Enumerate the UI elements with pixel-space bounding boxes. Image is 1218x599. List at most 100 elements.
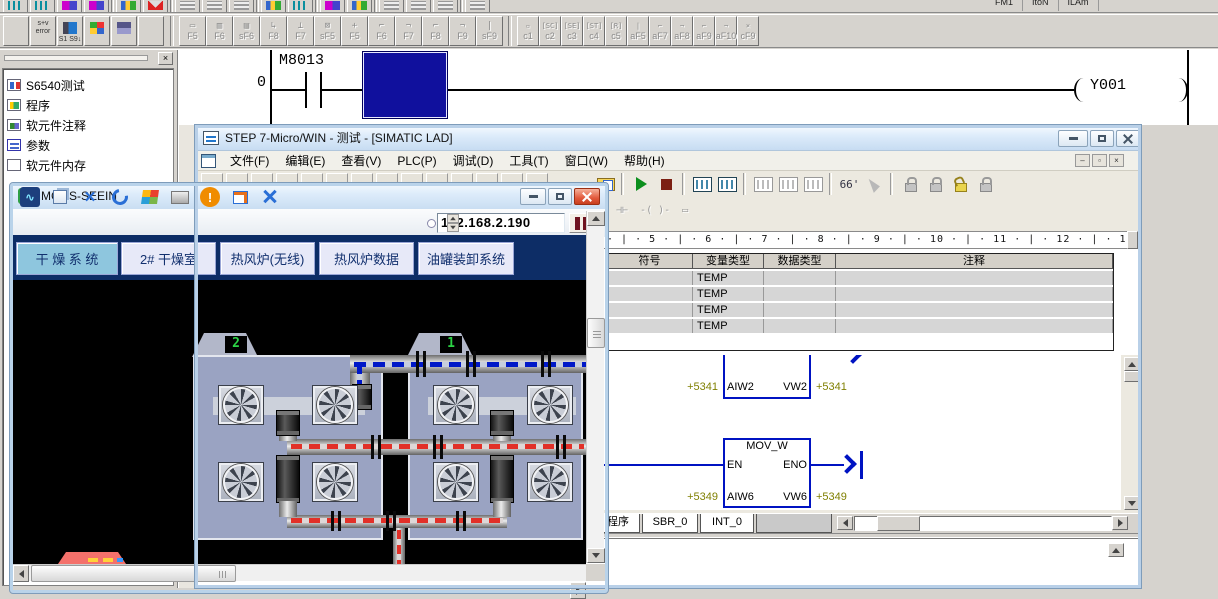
ladder-symbol-button[interactable]: ⌐aF7 bbox=[649, 16, 671, 46]
ladder-edit-icon[interactable]: -( )- bbox=[634, 200, 676, 220]
check-toolbar-button[interactable] bbox=[3, 16, 29, 46]
mcgs-hscrollbar[interactable] bbox=[13, 564, 586, 581]
ladder-symbol-button[interactable]: ⊥F7 bbox=[287, 16, 314, 46]
ruler-corner-button[interactable] bbox=[1127, 231, 1138, 249]
pause-status-icon[interactable] bbox=[716, 173, 739, 195]
scroll-thumb[interactable] bbox=[587, 318, 605, 348]
valve-cylinder[interactable] bbox=[276, 410, 300, 436]
lock-icon[interactable] bbox=[974, 173, 997, 195]
gx-ladder-editor[interactable]: 0 M8013 Y001 bbox=[178, 50, 1218, 125]
col-header[interactable]: 数据类型 bbox=[764, 254, 836, 268]
ladder-symbol-button[interactable]: [ST]c4 bbox=[583, 16, 605, 46]
col-header[interactable]: 符号 bbox=[607, 254, 693, 268]
fan-icon[interactable] bbox=[433, 385, 479, 425]
scroll-up-button[interactable] bbox=[587, 211, 605, 226]
check-toolbar-button[interactable] bbox=[111, 16, 137, 46]
ladder-symbol-button[interactable]: +F5 bbox=[341, 16, 368, 46]
ladder-edit-icon[interactable]: ▭ bbox=[676, 200, 694, 220]
ladder-edit-icon[interactable]: ⊣⊢ bbox=[610, 200, 634, 220]
col-header[interactable]: 变量类型 bbox=[693, 254, 764, 268]
ladder-symbol-button[interactable]: ⌐F6 bbox=[368, 16, 395, 46]
screens-icon[interactable] bbox=[230, 187, 250, 207]
spin-up-icon[interactable] bbox=[447, 214, 459, 223]
ladder-symbol-button[interactable]: |aF5 bbox=[627, 16, 649, 46]
scroll-thumb[interactable] bbox=[31, 565, 236, 582]
col-header[interactable]: 注释 bbox=[836, 254, 1113, 268]
tree-item[interactable]: 程序 bbox=[5, 95, 171, 115]
scroll-left-button[interactable] bbox=[13, 565, 29, 582]
nav-tab[interactable]: 干 燥 系 统 bbox=[16, 242, 118, 275]
menu-item[interactable]: 窗口(W) bbox=[557, 150, 616, 171]
scroll-up-button[interactable] bbox=[1124, 357, 1140, 371]
minimize-button[interactable] bbox=[1058, 130, 1088, 147]
ladder-symbol-button[interactable]: ¬aF8 bbox=[671, 16, 693, 46]
fan-icon[interactable] bbox=[312, 385, 358, 425]
ladder-symbol-button[interactable]: ¬F7 bbox=[395, 16, 422, 46]
refresh-icon[interactable] bbox=[110, 187, 130, 207]
table-row[interactable]: TEMP bbox=[607, 303, 1113, 317]
tab-scroll-left-button[interactable] bbox=[837, 516, 853, 530]
symbol-cell[interactable] bbox=[607, 271, 693, 285]
ladder-symbol-button[interactable]: ▤sF6 bbox=[233, 16, 260, 46]
ladder-symbol-button[interactable]: ¬aF10 bbox=[715, 16, 737, 46]
lock-icon[interactable] bbox=[924, 173, 947, 195]
tab-scroll-right-button[interactable] bbox=[1112, 516, 1128, 530]
mcgs-vscrollbar[interactable] bbox=[586, 211, 604, 563]
var-type-cell[interactable]: TEMP bbox=[693, 271, 764, 285]
mdi-restore-button[interactable]: ▫ bbox=[1092, 154, 1107, 167]
close-button[interactable] bbox=[1116, 130, 1140, 147]
symbol-cell[interactable] bbox=[607, 287, 693, 301]
connection-radio[interactable] bbox=[427, 219, 436, 228]
step7-titlebar[interactable]: STEP 7-Micro/WIN - 测试 - [SIMATIC LAD] bbox=[195, 125, 1141, 151]
spin-down-icon[interactable] bbox=[447, 223, 459, 232]
tab-sbr0[interactable]: SBR_0 bbox=[642, 514, 698, 533]
valve-cylinder[interactable] bbox=[490, 410, 514, 436]
ladder-symbol-button[interactable]: ▫c1 bbox=[517, 16, 539, 46]
valve-cylinder[interactable] bbox=[276, 455, 300, 503]
data-type-cell[interactable] bbox=[764, 287, 836, 301]
menu-item[interactable]: 调试(D) bbox=[445, 150, 502, 171]
close-button[interactable] bbox=[574, 188, 600, 205]
variable-table[interactable]: 符号 变量类型 数据类型 注释 TEMP TEMP bbox=[606, 253, 1114, 351]
ladder-symbol-button[interactable]: ¬F9 bbox=[449, 16, 476, 46]
hscroll-thumb[interactable] bbox=[877, 516, 920, 531]
valve-cylinder[interactable] bbox=[490, 455, 514, 503]
pages-icon[interactable] bbox=[50, 187, 70, 207]
nav-tab[interactable]: 2# 干燥室 bbox=[121, 242, 216, 275]
ip-spinner[interactable] bbox=[447, 214, 459, 232]
ladder-vscrollbar[interactable] bbox=[1124, 357, 1140, 510]
menu-item[interactable]: PLC(P) bbox=[389, 152, 444, 170]
scroll-up-button[interactable] bbox=[1108, 543, 1124, 557]
maximize-button[interactable] bbox=[1090, 130, 1114, 147]
chart-status-icon[interactable] bbox=[752, 173, 775, 195]
ladder-symbol-button[interactable]: ▥F6 bbox=[206, 16, 233, 46]
scroll-thumb[interactable] bbox=[1124, 371, 1140, 382]
edit-cursor-cell[interactable] bbox=[362, 51, 448, 119]
fan-icon[interactable] bbox=[527, 462, 573, 502]
stop-icon[interactable] bbox=[655, 173, 678, 195]
trend-chart-icon[interactable] bbox=[777, 173, 800, 195]
menu-item[interactable]: 查看(V) bbox=[333, 150, 389, 171]
menu-item[interactable]: 编辑(E) bbox=[277, 150, 333, 171]
tab-int0[interactable]: INT_0 bbox=[700, 514, 754, 533]
check-toolbar-button[interactable]: S1 S9↓ bbox=[57, 16, 83, 46]
run-icon[interactable] bbox=[630, 173, 653, 195]
fan-icon[interactable] bbox=[312, 462, 358, 502]
data-type-cell[interactable] bbox=[764, 303, 836, 317]
tree-item[interactable]: S6540测试 bbox=[5, 75, 171, 95]
var-type-cell[interactable]: TEMP bbox=[693, 303, 764, 317]
view-glasses-icon[interactable]: 66' bbox=[838, 173, 861, 195]
table-row[interactable]: TEMP bbox=[607, 287, 1113, 301]
comment-cell[interactable] bbox=[836, 319, 1113, 333]
check-toolbar-button[interactable] bbox=[138, 16, 164, 46]
scroll-down-button[interactable] bbox=[587, 548, 605, 563]
tree-item[interactable]: 软元件注释 bbox=[5, 115, 171, 135]
check-toolbar-button[interactable] bbox=[84, 16, 110, 46]
symbol-cell[interactable] bbox=[607, 319, 693, 333]
fan-icon[interactable] bbox=[527, 385, 573, 425]
force-hand-icon[interactable] bbox=[863, 173, 886, 195]
ladder-symbol-button[interactable]: ▭F5 bbox=[179, 16, 206, 46]
symbol-cell[interactable] bbox=[607, 303, 693, 317]
ladder-symbol-button[interactable]: [R]c5 bbox=[605, 16, 627, 46]
tree-item[interactable]: 参数 bbox=[5, 135, 171, 155]
